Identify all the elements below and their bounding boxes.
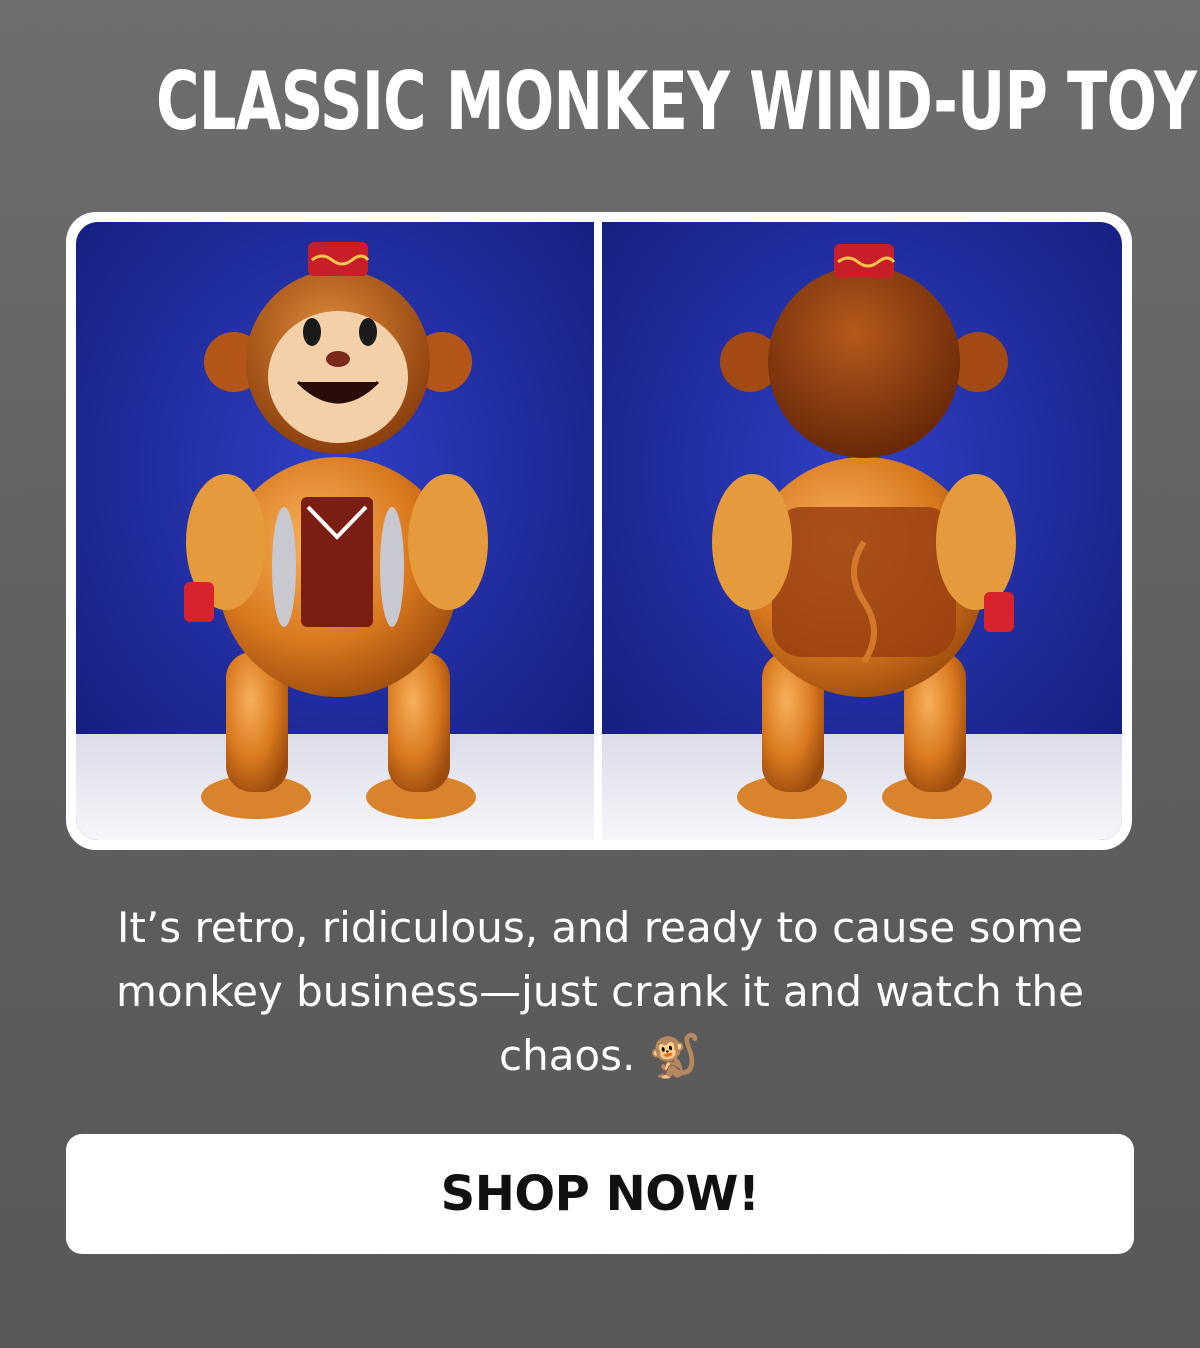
product-photo-back[interactable] bbox=[602, 222, 1122, 840]
headline: CLASSIC MONKEY WIND-UP TOY! bbox=[156, 55, 1200, 148]
product-photo-frame[interactable] bbox=[66, 212, 1132, 850]
shop-now-button[interactable]: SHOP NOW! bbox=[66, 1134, 1134, 1254]
monkey-toy-front-photo bbox=[76, 222, 594, 840]
monkey-toy-back-photo bbox=[602, 222, 1122, 840]
product-photo-front[interactable] bbox=[76, 222, 594, 840]
shop-now-label: SHOP NOW! bbox=[440, 1166, 760, 1222]
body-copy: It’s retro, ridiculous, and ready to cau… bbox=[116, 903, 1084, 1080]
